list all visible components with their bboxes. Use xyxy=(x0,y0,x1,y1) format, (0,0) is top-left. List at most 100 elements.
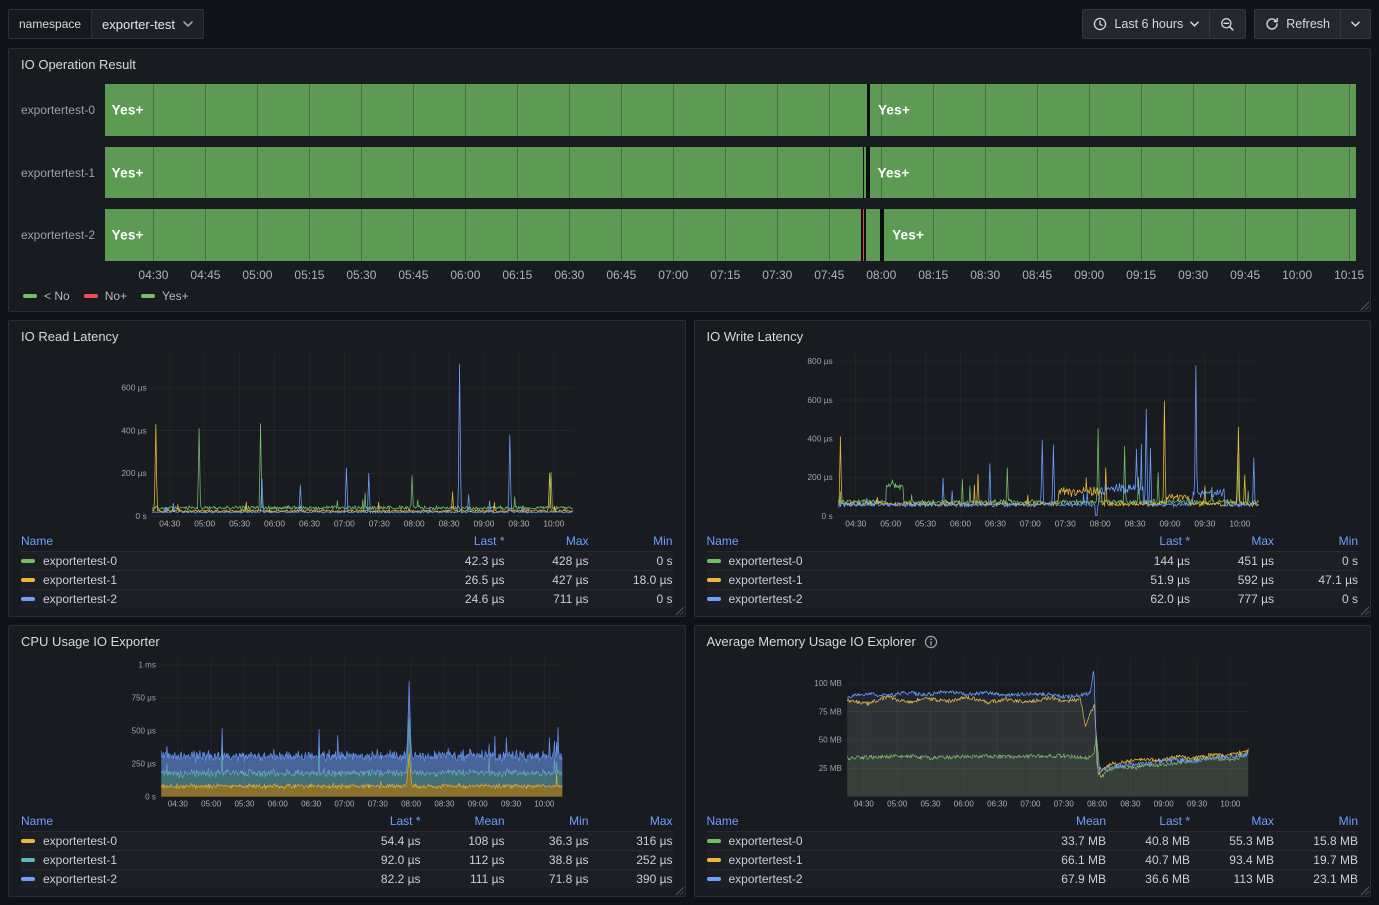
timeline-gridline xyxy=(777,209,778,261)
timeline-gridline xyxy=(1037,84,1038,136)
time-range-button[interactable]: Last 6 hours xyxy=(1083,10,1209,38)
timeline-track[interactable]: Yes+Yes+ xyxy=(105,209,1356,261)
series-name[interactable]: exportertest-2 xyxy=(729,592,803,606)
legend-column-header[interactable]: Mean xyxy=(1022,814,1106,828)
legend-column-header[interactable]: Max xyxy=(1190,814,1274,828)
series-name[interactable]: exportertest-1 xyxy=(43,853,117,867)
panel-title[interactable]: IO Operation Result xyxy=(21,57,136,72)
svg-text:06:00: 06:00 xyxy=(268,800,289,809)
timeline-gridline xyxy=(673,84,674,136)
timeline-track[interactable]: Yes+Yes+ xyxy=(105,84,1356,136)
legend-column-header[interactable]: Max xyxy=(505,534,589,548)
timeline-gridline xyxy=(1349,147,1350,199)
panel-title[interactable]: CPU Usage IO Exporter xyxy=(21,634,160,649)
refresh-group: Refresh xyxy=(1254,9,1371,39)
io-write-latency-chart[interactable]: 0 s200 µs400 µs600 µs800 µs04:3005:0005:… xyxy=(699,348,1367,530)
refresh-button[interactable]: Refresh xyxy=(1255,10,1340,38)
series-stat-value: 40.7 MB xyxy=(1106,853,1190,867)
timeline-x-axis: 04:3004:4505:0005:1505:3005:4506:0006:15… xyxy=(9,265,1370,285)
series-name[interactable]: exportertest-2 xyxy=(729,872,803,886)
time-controls: Last 6 hours Refresh xyxy=(1082,9,1371,39)
x-axis-tick-label: 09:15 xyxy=(1126,268,1156,282)
legend-column-header[interactable]: Last * xyxy=(421,534,505,548)
legend-column-header[interactable]: Mean xyxy=(421,814,505,828)
timeline-gridline xyxy=(1245,209,1246,261)
legend-column-header[interactable]: Last * xyxy=(1106,814,1190,828)
cpu-usage-chart[interactable]: 0 s250 µs500 µs750 µs1 ms04:3005:0005:30… xyxy=(13,653,681,810)
legend-column-header[interactable]: Name xyxy=(21,534,53,548)
timeline-gridline xyxy=(1141,84,1142,136)
series-name[interactable]: exportertest-0 xyxy=(729,834,803,848)
svg-text:06:30: 06:30 xyxy=(984,519,1005,529)
legend-series-row: exportertest-151.9 µs592 µs47.1 µs xyxy=(707,570,1359,589)
legend-column-header[interactable]: Min xyxy=(1274,534,1358,548)
legend-column-header[interactable]: Last * xyxy=(337,814,421,828)
series-stat-value: 0 s xyxy=(1274,592,1358,606)
svg-text:100 MB: 100 MB xyxy=(814,679,842,688)
state-timeline[interactable]: exportertest-0Yes+Yes+exportertest-1Yes+… xyxy=(9,76,1370,265)
svg-text:25 MB: 25 MB xyxy=(818,764,841,773)
legend-column-header[interactable]: Min xyxy=(589,534,673,548)
series-stat-value: 36.6 MB xyxy=(1106,872,1190,886)
series-stat-value: 711 µs xyxy=(505,592,589,606)
timeline-track[interactable]: Yes+Yes+ xyxy=(105,147,1356,199)
legend-column-header[interactable]: Last * xyxy=(1106,534,1190,548)
series-stat-value: 92.0 µs xyxy=(337,853,421,867)
legend-column-header[interactable]: Max xyxy=(1190,534,1274,548)
panel-title[interactable]: IO Read Latency xyxy=(21,329,119,344)
timeline-gridline xyxy=(985,147,986,199)
refresh-interval-button[interactable] xyxy=(1340,10,1370,38)
timeline-gridline xyxy=(205,209,206,261)
series-name[interactable]: exportertest-0 xyxy=(43,834,117,848)
legend-item[interactable]: No+ xyxy=(84,289,127,303)
timeline-gridline xyxy=(205,84,206,136)
series-name[interactable]: exportertest-0 xyxy=(43,554,117,568)
series-name[interactable]: exportertest-0 xyxy=(729,554,803,568)
timeline-gridline xyxy=(985,209,986,261)
series-stat-value: 51.9 µs xyxy=(1106,573,1190,587)
timeline-gridline xyxy=(985,84,986,136)
legend-column-header[interactable]: Name xyxy=(707,534,739,548)
svg-text:0 s: 0 s xyxy=(821,511,832,521)
panel-title[interactable]: Average Memory Usage IO Explorer xyxy=(707,634,916,649)
series-stat-value: 71.8 µs xyxy=(505,872,589,886)
namespace-value-text: exporter-test xyxy=(102,17,175,32)
legend-column-header[interactable]: Name xyxy=(21,814,53,828)
svg-text:06:30: 06:30 xyxy=(987,800,1008,809)
info-icon[interactable] xyxy=(924,635,938,649)
legend-column-header[interactable]: Name xyxy=(707,814,739,828)
timeline-row: exportertest-0Yes+Yes+ xyxy=(9,84,1370,136)
series-name[interactable]: exportertest-2 xyxy=(43,872,117,886)
legend-column-header[interactable]: Min xyxy=(505,814,589,828)
memory-usage-chart[interactable]: 25 MB50 MB75 MB100 MB04:3005:0005:3006:0… xyxy=(699,653,1367,810)
svg-text:05:00: 05:00 xyxy=(201,800,222,809)
svg-text:0 s: 0 s xyxy=(145,792,156,801)
legend-item[interactable]: Yes+ xyxy=(141,289,189,303)
timeline-gridline xyxy=(1297,147,1298,199)
legend-series-row: exportertest-267.9 MB36.6 MB113 MB23.1 M… xyxy=(707,869,1359,888)
legend-column-header[interactable]: Max xyxy=(589,814,673,828)
timeline-gridline xyxy=(257,147,258,199)
legend-item[interactable]: < No xyxy=(23,289,70,303)
legend-table: NameLast *MaxMinexportertest-0144 µs451 … xyxy=(695,530,1371,616)
panel-title[interactable]: IO Write Latency xyxy=(707,329,804,344)
series-stat-value: 82.2 µs xyxy=(337,872,421,886)
namespace-variable-value[interactable]: exporter-test xyxy=(91,9,204,39)
legend-column-header[interactable]: Min xyxy=(1274,814,1358,828)
zoom-out-time-button[interactable] xyxy=(1209,10,1245,38)
legend-series-row: exportertest-166.1 MB40.7 MB93.4 MB19.7 … xyxy=(707,850,1359,869)
series-stat-value: 66.1 MB xyxy=(1022,853,1106,867)
x-axis-tick-label: 09:00 xyxy=(1074,268,1104,282)
series-stat-value: 62.0 µs xyxy=(1106,592,1190,606)
svg-text:07:00: 07:00 xyxy=(1019,519,1040,529)
series-name[interactable]: exportertest-1 xyxy=(729,853,803,867)
series-name[interactable]: exportertest-2 xyxy=(43,592,117,606)
timeline-gridline xyxy=(153,147,154,199)
series-stat-value: 390 µs xyxy=(589,872,673,886)
series-name[interactable]: exportertest-1 xyxy=(729,573,803,587)
x-axis-tick-label: 06:30 xyxy=(554,268,584,282)
svg-text:09:00: 09:00 xyxy=(1159,519,1180,529)
series-stat-value: 54.4 µs xyxy=(337,834,421,848)
series-name[interactable]: exportertest-1 xyxy=(43,573,117,587)
io-read-latency-chart[interactable]: 0 s200 µs400 µs600 µs04:3005:0005:3006:0… xyxy=(13,348,681,530)
